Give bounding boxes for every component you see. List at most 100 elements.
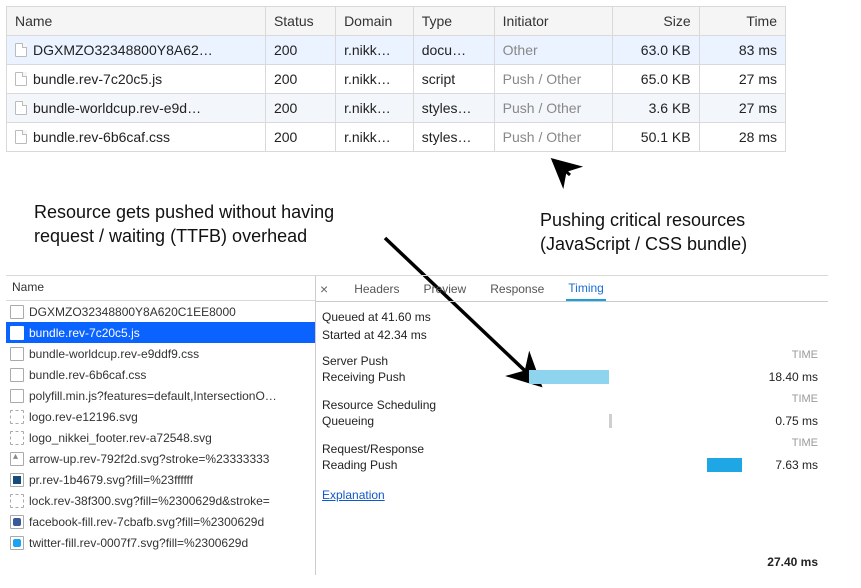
bar-receiving-push <box>529 370 609 384</box>
file-icon <box>15 72 27 86</box>
cell-initiator: Other <box>494 36 613 65</box>
started-at: Started at 42.34 ms <box>322 326 818 344</box>
value-receiving-push: 18.40 ms <box>748 370 818 384</box>
file-icon <box>10 431 24 445</box>
cell-type: script <box>413 65 494 94</box>
file-icon <box>10 410 24 424</box>
cell-size: 63.0 KB <box>613 36 699 65</box>
row-reading-push: Reading Push 7.63 ms <box>322 454 818 476</box>
cell-name: DGXMZO32348800Y8A62… <box>33 42 213 58</box>
row-receiving-push: Receiving Push 18.40 ms <box>322 366 818 388</box>
cell-time: 28 ms <box>699 123 785 152</box>
sidebar-header[interactable]: Name <box>6 276 315 301</box>
cell-status: 200 <box>265 94 335 123</box>
queued-at: Queued at 41.60 ms <box>322 308 818 326</box>
cell-name: bundle.rev-6b6caf.css <box>33 129 170 145</box>
file-icon <box>15 101 27 115</box>
cell-time: 27 ms <box>699 94 785 123</box>
col-type[interactable]: Type <box>413 7 494 36</box>
close-icon[interactable]: × <box>320 281 328 297</box>
list-item[interactable]: facebook-fill.rev-7cbafb.svg?fill=%23006… <box>6 511 315 532</box>
list-item[interactable]: twitter-fill.rev-0007f7.svg?fill=%230062… <box>6 532 315 553</box>
cell-type: styles… <box>413 94 494 123</box>
col-name[interactable]: Name <box>7 7 266 36</box>
label-queueing: Queueing <box>322 414 452 428</box>
file-label: lock.rev-38f300.svg?fill=%2300629d&strok… <box>29 494 270 508</box>
col-time[interactable]: Time <box>699 7 785 36</box>
tab-response[interactable]: Response <box>488 278 546 300</box>
annotation-right: Pushing critical resources (JavaScript /… <box>540 208 820 257</box>
table-row[interactable]: bundle.rev-7c20c5.js200r.nikk…scriptPush… <box>7 65 786 94</box>
time-header-1: TIME <box>748 349 818 361</box>
file-icon <box>10 347 24 361</box>
cell-type: styles… <box>413 123 494 152</box>
value-queueing: 0.75 ms <box>748 414 818 428</box>
list-item[interactable]: logo_nikkei_footer.rev-a72548.svg <box>6 427 315 448</box>
cell-name: bundle.rev-7c20c5.js <box>33 71 162 87</box>
file-label: logo.rev-e12196.svg <box>29 410 138 424</box>
explanation-link[interactable]: Explanation <box>322 488 385 502</box>
bottom-panel: Name DGXMZO32348800Y8A620C1EE8000 bundle.… <box>6 275 828 575</box>
file-icon <box>10 452 24 466</box>
cell-size: 3.6 KB <box>613 94 699 123</box>
list-item[interactable]: lock.rev-38f300.svg?fill=%2300629d&strok… <box>6 490 315 511</box>
detail-tabs: × Headers Preview Response Timing <box>316 276 828 302</box>
file-label: arrow-up.rev-792f2d.svg?stroke=%23333333 <box>29 452 269 466</box>
value-reading-push: 7.63 ms <box>748 458 818 472</box>
list-item[interactable]: pr.rev-1b4679.svg?fill=%23ffffff <box>6 469 315 490</box>
tab-timing[interactable]: Timing <box>566 277 606 301</box>
file-label: facebook-fill.rev-7cbafb.svg?fill=%23006… <box>29 515 264 529</box>
col-domain[interactable]: Domain <box>336 7 414 36</box>
file-list[interactable]: DGXMZO32348800Y8A620C1EE8000 bundle.rev-7… <box>6 301 315 553</box>
col-initiator[interactable]: Initiator <box>494 7 613 36</box>
file-label: DGXMZO32348800Y8A620C1EE8000 <box>29 305 236 319</box>
file-icon <box>10 494 24 508</box>
request-list-sidebar: Name DGXMZO32348800Y8A620C1EE8000 bundle.… <box>6 276 316 575</box>
time-header-2: TIME <box>748 393 818 405</box>
file-label: bundle-worldcup.rev-e9ddf9.css <box>29 347 199 361</box>
label-reading-push: Reading Push <box>322 458 452 472</box>
cell-size: 50.1 KB <box>613 123 699 152</box>
col-size[interactable]: Size <box>613 7 699 36</box>
cell-domain: r.nikk… <box>336 65 414 94</box>
cell-type: docu… <box>413 36 494 65</box>
total-time: 27.40 ms <box>767 555 818 569</box>
detail-pane: × Headers Preview Response Timing Queued… <box>316 276 828 575</box>
network-table[interactable]: Name Status Domain Type Initiator Size T… <box>6 6 786 152</box>
list-item[interactable]: bundle.rev-7c20c5.js <box>6 322 315 343</box>
table-row[interactable]: DGXMZO32348800Y8A62…200r.nikk…docu…Other… <box>7 36 786 65</box>
list-item[interactable]: DGXMZO32348800Y8A620C1EE8000 <box>6 301 315 322</box>
file-icon <box>15 43 27 57</box>
table-row[interactable]: bundle.rev-6b6caf.css200r.nikk…styles…Pu… <box>7 123 786 152</box>
file-icon <box>10 305 24 319</box>
col-status[interactable]: Status <box>265 7 335 36</box>
cell-domain: r.nikk… <box>336 94 414 123</box>
list-item[interactable]: logo.rev-e12196.svg <box>6 406 315 427</box>
table-row[interactable]: bundle-worldcup.rev-e9d…200r.nikk…styles… <box>7 94 786 123</box>
file-icon <box>10 389 24 403</box>
file-label: pr.rev-1b4679.svg?fill=%23ffffff <box>29 473 193 487</box>
list-item[interactable]: bundle-worldcup.rev-e9ddf9.css <box>6 343 315 364</box>
file-label: twitter-fill.rev-0007f7.svg?fill=%230062… <box>29 536 248 550</box>
file-icon <box>15 130 27 144</box>
cell-time: 83 ms <box>699 36 785 65</box>
timing-body: Queued at 41.60 ms Started at 42.34 ms S… <box>316 302 828 502</box>
cell-time: 27 ms <box>699 65 785 94</box>
file-label: polyfill.min.js?features=default,Interse… <box>29 389 277 403</box>
list-item[interactable]: polyfill.min.js?features=default,Interse… <box>6 385 315 406</box>
bar-reading-push <box>707 458 743 472</box>
file-icon <box>10 326 24 340</box>
file-icon <box>10 473 24 487</box>
tab-preview[interactable]: Preview <box>422 278 469 300</box>
tab-headers[interactable]: Headers <box>352 278 401 300</box>
file-icon <box>10 536 24 550</box>
list-item[interactable]: arrow-up.rev-792f2d.svg?stroke=%23333333 <box>6 448 315 469</box>
cell-domain: r.nikk… <box>336 36 414 65</box>
list-item[interactable]: bundle.rev-6b6caf.css <box>6 364 315 385</box>
cell-domain: r.nikk… <box>336 123 414 152</box>
cell-initiator: Push / Other <box>494 65 613 94</box>
row-queueing: Queueing 0.75 ms <box>322 410 818 432</box>
file-label: bundle.rev-6b6caf.css <box>29 368 146 382</box>
file-label: logo_nikkei_footer.rev-a72548.svg <box>29 431 212 445</box>
file-icon <box>10 368 24 382</box>
